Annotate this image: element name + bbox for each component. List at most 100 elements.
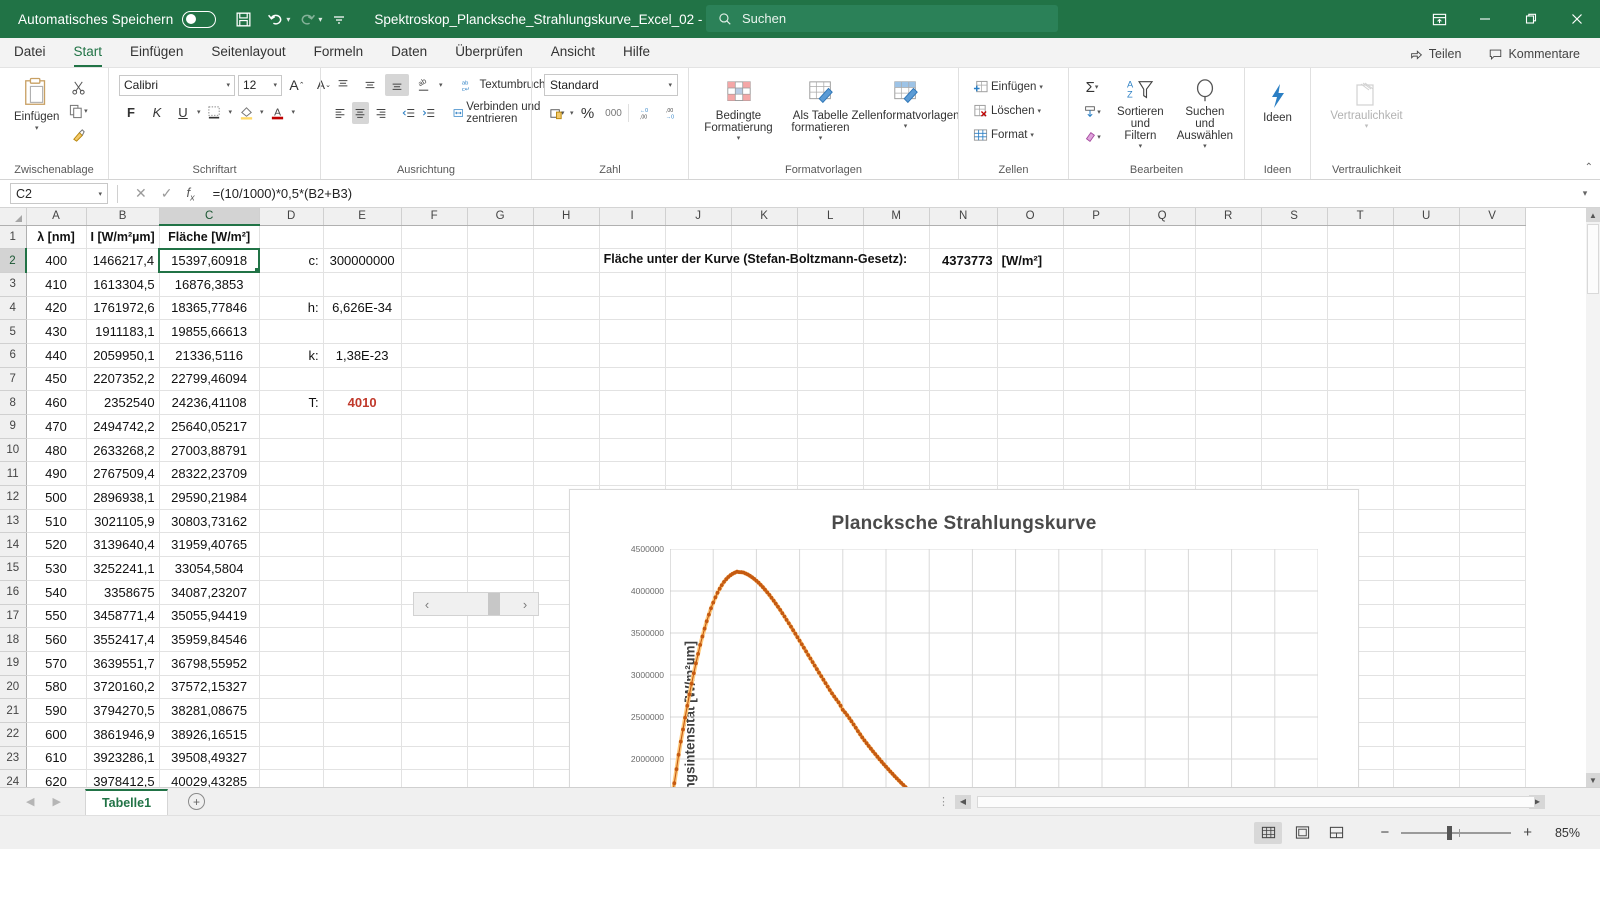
cell-S10[interactable] <box>1261 438 1328 463</box>
cell-E6[interactable]: 1,38E-23 <box>323 343 402 368</box>
format-cells-dropdown-icon[interactable]: ▾ <box>1030 131 1034 139</box>
row-header-23[interactable]: 23 <box>0 746 27 771</box>
cell-I10[interactable] <box>599 438 666 463</box>
cell-M4[interactable] <box>863 296 930 321</box>
fill-color-icon[interactable] <box>234 101 258 123</box>
cell-E12[interactable] <box>323 485 402 510</box>
cell-K8[interactable] <box>731 390 798 415</box>
cell-H7[interactable] <box>533 367 600 392</box>
page-break-view-button[interactable] <box>1322 822 1350 844</box>
column-header-G[interactable]: G <box>467 208 534 226</box>
cell-V13[interactable] <box>1459 509 1526 534</box>
cell-B21[interactable]: 3794270,5 <box>86 698 160 723</box>
cell-F24[interactable] <box>401 769 468 787</box>
cell-N7[interactable] <box>929 367 998 392</box>
cell-C20[interactable]: 37572,15327 <box>159 675 260 700</box>
column-header-P[interactable]: P <box>1063 208 1130 226</box>
cell-T6[interactable] <box>1327 343 1394 368</box>
cell-T11[interactable] <box>1327 461 1394 487</box>
cell-D19[interactable] <box>259 651 324 676</box>
cell-E2[interactable]: 300000000 <box>323 248 402 273</box>
cell-B13[interactable]: 3021105,9 <box>86 509 160 534</box>
cell-F19[interactable] <box>401 651 468 676</box>
row-header-10[interactable]: 10 <box>0 438 27 463</box>
cell-O1[interactable] <box>997 225 1064 250</box>
cell-R9[interactable] <box>1195 414 1262 439</box>
cell-R6[interactable] <box>1195 343 1262 368</box>
cell-V9[interactable] <box>1459 414 1526 439</box>
bold-button[interactable]: F <box>119 101 143 123</box>
delete-cells-dropdown-icon[interactable]: ▾ <box>1037 107 1041 115</box>
scrollbar-thumb[interactable] <box>488 593 500 615</box>
column-header-I[interactable]: I <box>599 208 666 226</box>
cell-E7[interactable] <box>323 367 402 392</box>
column-header-B[interactable]: B <box>86 208 160 226</box>
cell-C12[interactable]: 29590,21984 <box>159 485 260 510</box>
cell-M1[interactable] <box>863 225 930 250</box>
cell-B23[interactable]: 3923286,1 <box>86 746 160 771</box>
font-color-dropdown-icon[interactable]: ▾ <box>292 108 296 116</box>
cell-N4[interactable] <box>929 296 998 321</box>
select-all-corner[interactable] <box>0 208 27 226</box>
scrollbar-left-arrow-icon[interactable]: ‹ <box>414 593 440 615</box>
insert-function-icon[interactable]: fx <box>186 185 194 203</box>
cell-A24[interactable]: 620 <box>26 769 87 787</box>
cell-U10[interactable] <box>1393 438 1460 463</box>
cell-A6[interactable]: 440 <box>26 343 87 368</box>
cell-O4[interactable] <box>997 296 1064 321</box>
cell-D21[interactable] <box>259 698 324 723</box>
cell-A5[interactable]: 430 <box>26 319 87 344</box>
cell-T2[interactable] <box>1327 248 1394 273</box>
cell-D22[interactable] <box>259 722 324 747</box>
cell-V24[interactable] <box>1459 769 1526 787</box>
sort-filter-dropdown-icon[interactable]: ▾ <box>1139 142 1143 150</box>
cell-F12[interactable] <box>401 485 468 510</box>
cell-T5[interactable] <box>1327 319 1394 344</box>
cell-Q2[interactable] <box>1129 248 1196 273</box>
cell-J6[interactable] <box>665 343 732 368</box>
cell-K10[interactable] <box>731 438 798 463</box>
autosave-toggle[interactable] <box>182 10 217 28</box>
cell-V12[interactable] <box>1459 485 1526 510</box>
row-header-4[interactable]: 4 <box>0 296 27 321</box>
cell-H8[interactable] <box>533 390 600 415</box>
paste-button[interactable]: Einfügen ▾ <box>9 74 64 135</box>
cell-V20[interactable] <box>1459 675 1526 700</box>
cell-J10[interactable] <box>665 438 732 463</box>
cell-L6[interactable] <box>797 343 864 368</box>
cancel-formula-icon[interactable]: ✕ <box>135 185 147 202</box>
thousands-format-icon[interactable]: 000 <box>602 102 626 124</box>
cell-B2[interactable]: 1466217,4 <box>86 248 160 273</box>
cell-A11[interactable]: 490 <box>26 461 87 487</box>
cell-R11[interactable] <box>1195 461 1262 487</box>
insert-cells-button[interactable]: Einfügen ▾ <box>969 76 1047 98</box>
cell-F11[interactable] <box>401 461 468 487</box>
page-layout-view-button[interactable] <box>1288 822 1316 844</box>
cell-A19[interactable]: 570 <box>26 651 87 676</box>
cell-F22[interactable] <box>401 722 468 747</box>
column-header-D[interactable]: D <box>259 208 324 226</box>
cell-T3[interactable] <box>1327 272 1394 297</box>
cell-D8[interactable]: T: <box>259 390 324 415</box>
cell-D16[interactable] <box>259 580 324 605</box>
cell-M7[interactable] <box>863 367 930 392</box>
cell-C4[interactable]: 18365,77846 <box>159 296 260 321</box>
cell-B5[interactable]: 1911183,1 <box>86 319 160 344</box>
cell-G3[interactable] <box>467 272 534 297</box>
cell-N6[interactable] <box>929 343 998 368</box>
cell-Q11[interactable] <box>1129 461 1196 487</box>
scroll-up-icon[interactable]: ▲ <box>1586 208 1600 222</box>
cell-R1[interactable] <box>1195 225 1262 250</box>
format-painter-icon[interactable] <box>66 124 90 146</box>
cell-C22[interactable]: 38926,16515 <box>159 722 260 747</box>
cell-U11[interactable] <box>1393 461 1460 487</box>
number-format-select[interactable]: Standard ▾ <box>544 74 678 96</box>
cell-I3[interactable] <box>599 272 666 297</box>
cell-J3[interactable] <box>665 272 732 297</box>
cell-B14[interactable]: 3139640,4 <box>86 532 160 558</box>
cell-D3[interactable] <box>259 272 324 297</box>
cell-C19[interactable]: 36798,55952 <box>159 651 260 676</box>
cell-O8[interactable] <box>997 390 1064 415</box>
save-icon[interactable] <box>228 5 258 33</box>
cell-V8[interactable] <box>1459 390 1526 415</box>
